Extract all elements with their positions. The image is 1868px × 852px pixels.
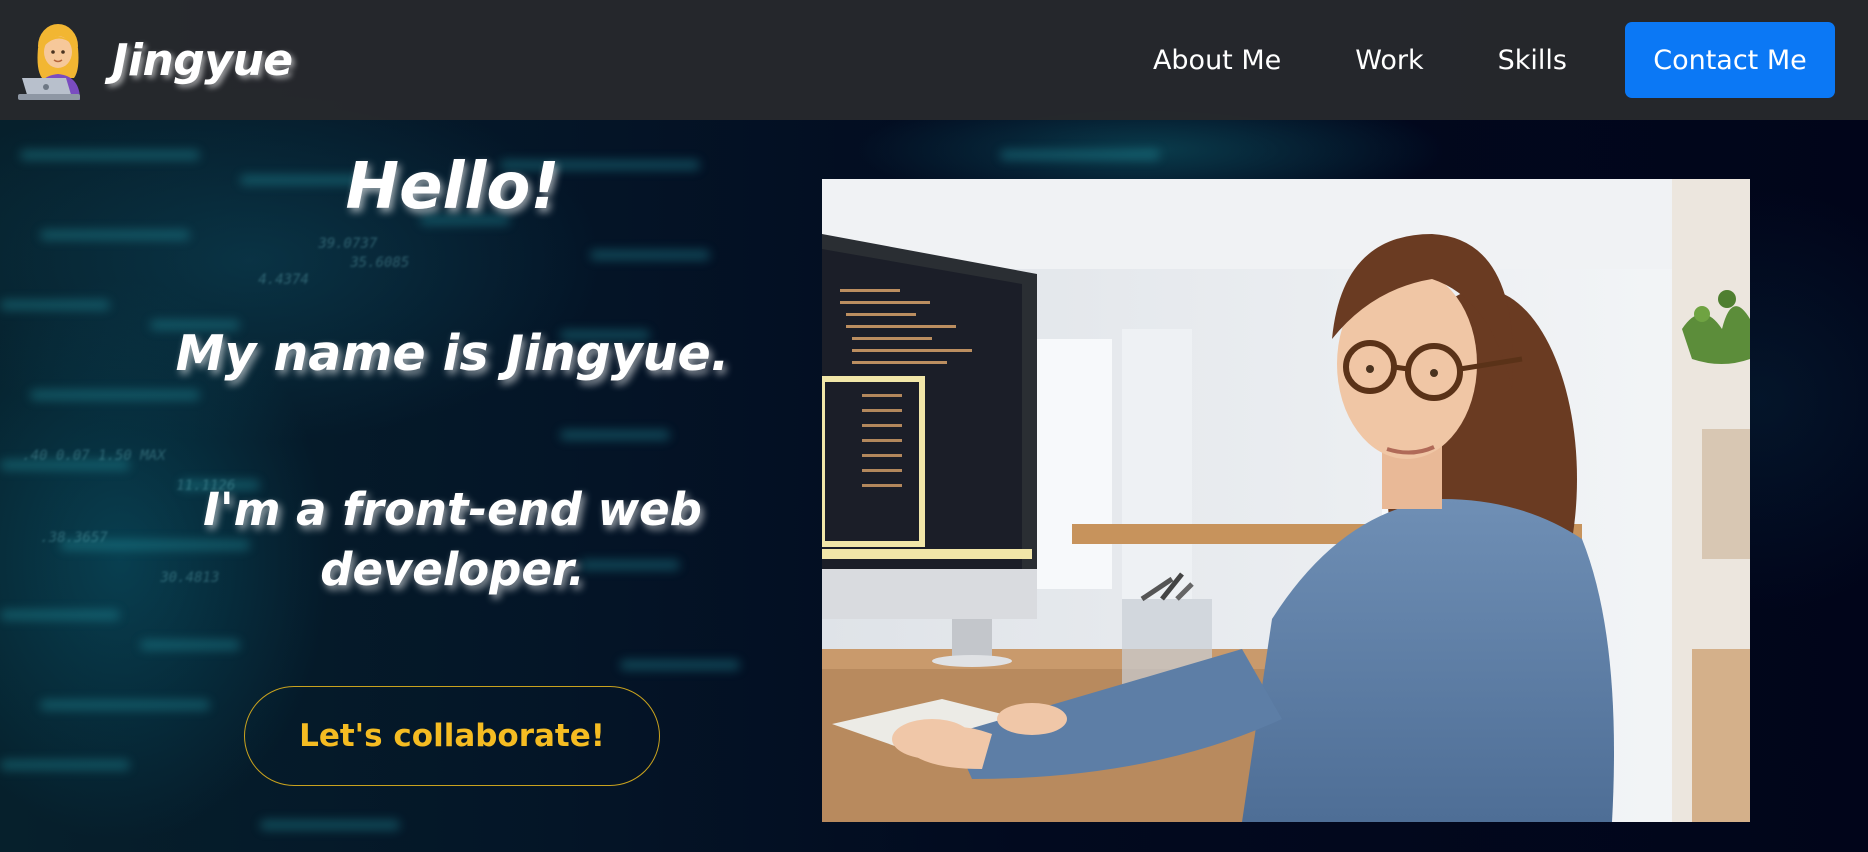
brand[interactable]: Jingyue bbox=[18, 20, 293, 100]
nav-link-work[interactable]: Work bbox=[1355, 45, 1423, 76]
nav-link-about-me[interactable]: About Me bbox=[1153, 45, 1281, 76]
woman-at-computer-photo bbox=[822, 179, 1750, 822]
woman-technologist-icon bbox=[18, 20, 94, 100]
collaborate-button[interactable]: Let's collaborate! bbox=[244, 686, 660, 786]
hero-role-line: I'm a front-end web developer. bbox=[203, 483, 702, 596]
contact-me-button[interactable]: Contact Me bbox=[1625, 22, 1835, 98]
hero-greeting: Hello! bbox=[345, 150, 560, 224]
brand-name: Jingyue bbox=[112, 34, 293, 86]
navbar: Jingyue About Me Work Skills Contact Me bbox=[0, 0, 1868, 120]
nav-link-skills[interactable]: Skills bbox=[1498, 45, 1567, 76]
hero-name-line: My name is Jingyue. bbox=[175, 325, 730, 382]
nav-links: About Me Work Skills Contact Me bbox=[1153, 22, 1835, 98]
